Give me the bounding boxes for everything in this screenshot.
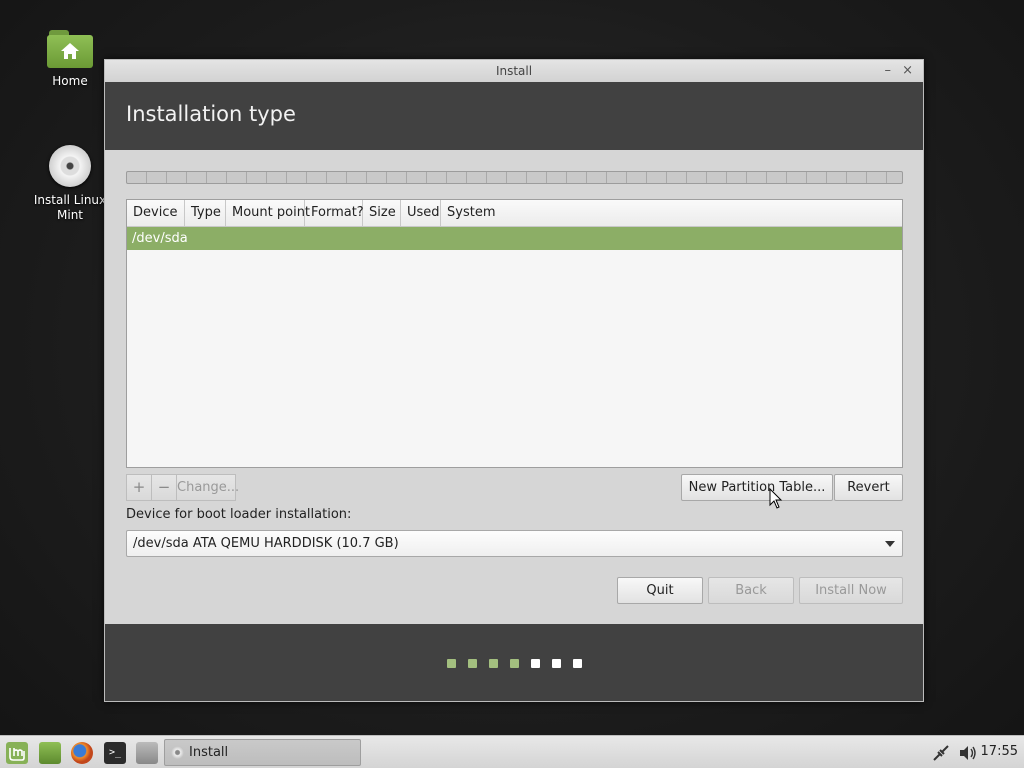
taskbar: >_ Install 17:55: [0, 735, 1024, 768]
page-header: Installation type: [105, 82, 923, 150]
terminal-icon[interactable]: >_: [104, 742, 126, 764]
remove-partition-button[interactable]: −: [151, 474, 177, 501]
desktop-icon-install-label-2: Mint: [57, 208, 83, 222]
column-mount-point[interactable]: Mount point: [226, 200, 310, 226]
chevron-down-icon: [885, 541, 895, 547]
clock[interactable]: 17:55: [981, 744, 1018, 759]
bootloader-label: Device for boot loader installation:: [126, 507, 352, 522]
quit-button[interactable]: Quit: [617, 577, 703, 604]
add-partition-button[interactable]: +: [126, 474, 152, 501]
desktop-icon-home-label: Home: [52, 74, 88, 88]
column-used[interactable]: Used: [401, 200, 441, 226]
network-icon[interactable]: [931, 743, 951, 763]
partition-table: Device Type Mount point Format? Size Use…: [126, 199, 903, 468]
progress-dots: [105, 657, 923, 672]
table-row[interactable]: /dev/sda: [127, 227, 902, 250]
home-folder-icon: [47, 30, 93, 68]
show-desktop-icon[interactable]: [136, 742, 158, 764]
desktop-icon-home[interactable]: Home: [30, 30, 110, 89]
close-button[interactable]: ×: [902, 63, 913, 78]
main-content: Device Type Mount point Format? Size Use…: [105, 150, 923, 624]
back-button[interactable]: Back: [708, 577, 794, 604]
desktop-icon-install-linux-mint[interactable]: Install Linux Mint: [30, 145, 110, 223]
taskbar-task-install[interactable]: Install: [164, 739, 361, 766]
partition-toolbox: + − Change...: [126, 474, 239, 501]
partition-bar: [126, 171, 903, 184]
bootloader-device-select[interactable]: /dev/sda ATA QEMU HARDDISK (10.7 GB): [126, 530, 903, 557]
progress-step-dot: [446, 659, 456, 668]
progress-footer: [105, 624, 923, 701]
progress-step-dot: [467, 659, 477, 668]
window-title: Install: [495, 64, 533, 78]
volume-icon[interactable]: [958, 744, 978, 762]
row-device: /dev/sda: [132, 231, 188, 246]
column-system[interactable]: System: [441, 200, 902, 226]
mouse-cursor-icon: [769, 488, 783, 509]
column-format[interactable]: Format?: [305, 200, 364, 226]
column-device[interactable]: Device: [127, 200, 185, 226]
progress-step-dot: [488, 659, 498, 668]
installer-window: Install – × Installation type Device Typ…: [104, 59, 924, 702]
window-titlebar[interactable]: Install – ×: [105, 60, 923, 82]
install-now-button[interactable]: Install Now: [799, 577, 903, 604]
disc-icon: [49, 145, 91, 187]
disc-icon: [171, 746, 184, 759]
progress-step-dot: [551, 659, 561, 668]
table-header: Device Type Mount point Format? Size Use…: [127, 200, 902, 227]
page-title: Installation type: [126, 102, 296, 126]
change-partition-button[interactable]: Change...: [176, 474, 239, 501]
files-folder-icon[interactable]: [39, 742, 61, 764]
progress-step-dot: [530, 659, 540, 668]
revert-button[interactable]: Revert: [834, 474, 903, 501]
column-type[interactable]: Type: [185, 200, 226, 226]
new-partition-table-button[interactable]: New Partition Table...: [681, 474, 833, 501]
desktop-icon-install-label-1: Install Linux: [33, 193, 107, 207]
minimize-button[interactable]: –: [885, 63, 892, 78]
bootloader-selected-value: /dev/sda ATA QEMU HARDDISK (10.7 GB): [133, 536, 399, 551]
task-label: Install: [189, 745, 229, 760]
column-size[interactable]: Size: [363, 200, 401, 226]
progress-step-dot: [572, 659, 582, 668]
firefox-icon[interactable]: [71, 742, 93, 764]
progress-step-dot: [509, 659, 519, 668]
mint-menu-icon[interactable]: [6, 742, 28, 764]
